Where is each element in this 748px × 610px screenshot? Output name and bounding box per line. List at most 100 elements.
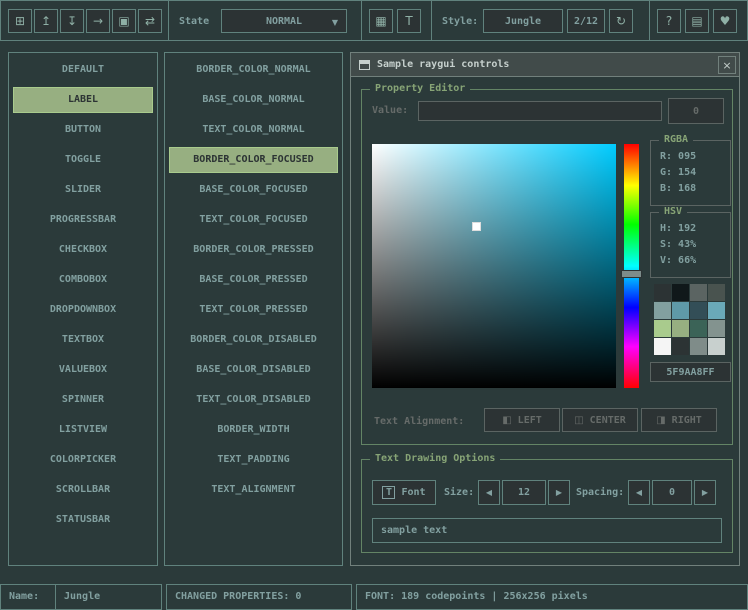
palette-color-swatch[interactable] <box>708 284 725 301</box>
palette-color-swatch[interactable] <box>654 284 671 301</box>
property-list-item[interactable]: BASE_COLOR_PRESSED <box>169 267 338 293</box>
save-style-button[interactable]: ↧ <box>60 9 84 33</box>
control-list-item[interactable]: STATUSBAR <box>13 507 153 533</box>
new-style-button[interactable]: ⊞ <box>8 9 32 33</box>
control-list-item[interactable]: SPINNER <box>13 387 153 413</box>
property-int-value-box[interactable]: 0 <box>668 98 724 124</box>
sv-cursor[interactable] <box>472 222 481 231</box>
property-list-item[interactable]: BASE_COLOR_DISABLED <box>169 357 338 383</box>
control-list-item[interactable]: LABEL <box>13 87 153 113</box>
property-list-item[interactable]: BORDER_COLOR_PRESSED <box>169 237 338 263</box>
style-name-button[interactable]: Jungle <box>483 9 563 33</box>
control-list-item[interactable]: COLORPICKER <box>13 447 153 473</box>
align-right-icon: ◨ <box>656 415 665 426</box>
value-label: Value: <box>372 105 408 116</box>
hsv-value-value: V: 66% <box>660 253 730 269</box>
sv-square[interactable] <box>372 144 616 388</box>
property-list-item[interactable]: BORDER_COLOR_NORMAL <box>169 57 338 83</box>
size-decrease-button[interactable]: ◀ <box>478 480 500 505</box>
color-palette-grid <box>654 284 726 356</box>
text-drawing-options-title: Text Drawing Options <box>370 453 500 464</box>
property-list-item[interactable]: BORDER_COLOR_FOCUSED <box>169 147 338 173</box>
align-left-toggle[interactable]: ◧ LEFT <box>484 408 560 432</box>
control-list-item[interactable]: TEXTBOX <box>13 327 153 353</box>
font-button[interactable]: T Font <box>372 480 436 505</box>
reload-style-button[interactable]: ↻ <box>609 9 633 33</box>
spacing-increase-button[interactable]: ▶ <box>694 480 716 505</box>
palette-color-swatch[interactable] <box>708 302 725 319</box>
control-list-item[interactable]: DROPDOWNBOX <box>13 297 153 323</box>
hue-handle[interactable] <box>621 270 642 278</box>
style-table-image-button[interactable]: ▦ <box>369 9 393 33</box>
property-list-item[interactable]: TEXT_COLOR_FOCUSED <box>169 207 338 233</box>
state-dropdown[interactable]: NORMAL ▼ <box>221 9 347 33</box>
spacing-value-box[interactable]: 0 <box>652 480 692 505</box>
control-list-item[interactable]: SLIDER <box>13 177 153 203</box>
control-list-item[interactable]: COMBOBOX <box>13 267 153 293</box>
style-index-button[interactable]: 2/12 <box>567 9 605 33</box>
window-title: Sample raygui controls <box>377 53 509 76</box>
value-input[interactable] <box>418 101 662 121</box>
sponsor-button[interactable]: ♥ <box>713 9 737 33</box>
property-list-item[interactable]: BASE_COLOR_FOCUSED <box>169 177 338 203</box>
close-button[interactable]: × <box>718 56 736 74</box>
property-list-item[interactable]: TEXT_COLOR_NORMAL <box>169 117 338 143</box>
control-list-item[interactable]: TOGGLE <box>13 147 153 173</box>
control-list-item[interactable]: DEFAULT <box>13 57 153 83</box>
hsv-hue-value: H: 192 <box>660 221 730 237</box>
rgba-blue-value: B: 168 <box>660 181 730 197</box>
sample-text-input[interactable]: sample text <box>372 518 722 543</box>
align-center-toggle[interactable]: ◫ CENTER <box>562 408 638 432</box>
control-list-item[interactable]: LISTVIEW <box>13 417 153 443</box>
control-list-item[interactable]: VALUEBOX <box>13 357 153 383</box>
palette-color-swatch[interactable] <box>708 320 725 337</box>
arrow-left-icon: ◀ <box>636 488 642 497</box>
window-titlebar[interactable]: Sample raygui controls × <box>351 53 739 77</box>
reload-icon: ↻ <box>616 15 626 27</box>
palette-color-swatch[interactable] <box>672 302 689 319</box>
control-list-item[interactable]: BUTTON <box>13 117 153 143</box>
random-style-button[interactable]: ⇄ <box>138 9 162 33</box>
palette-color-swatch[interactable] <box>672 320 689 337</box>
palette-color-swatch[interactable] <box>690 284 707 301</box>
spacing-decrease-button[interactable]: ◀ <box>628 480 650 505</box>
hsv-saturation-value: S: 43% <box>660 237 730 253</box>
pack-style-button[interactable]: ▣ <box>112 9 136 33</box>
palette-color-swatch[interactable] <box>654 338 671 355</box>
property-list-item[interactable]: TEXT_PADDING <box>169 447 338 473</box>
text-alignment-label: Text Alignment: <box>374 416 464 427</box>
control-list-item[interactable]: SCROLLBAR <box>13 477 153 503</box>
help-button[interactable]: ? <box>657 9 681 33</box>
font-atlas-button[interactable]: T <box>397 9 421 33</box>
palette-color-swatch[interactable] <box>654 302 671 319</box>
size-increase-button[interactable]: ▶ <box>548 480 570 505</box>
property-list-item[interactable]: TEXT_ALIGNMENT <box>169 477 338 503</box>
document-info-icon: ▤ <box>691 15 702 27</box>
load-style-button[interactable]: ↥ <box>34 9 58 33</box>
palette-color-swatch[interactable] <box>708 338 725 355</box>
palette-color-swatch[interactable] <box>690 338 707 355</box>
palette-color-swatch[interactable] <box>672 338 689 355</box>
control-list-item[interactable]: PROGRESSBAR <box>13 207 153 233</box>
property-list-item[interactable]: TEXT_COLOR_PRESSED <box>169 297 338 323</box>
load-file-icon: ↥ <box>41 15 51 27</box>
export-style-button[interactable]: → <box>86 9 110 33</box>
palette-color-swatch[interactable] <box>690 302 707 319</box>
control-list-item[interactable]: CHECKBOX <box>13 237 153 263</box>
about-button[interactable]: ▤ <box>685 9 709 33</box>
toolbar-separator <box>649 1 650 40</box>
palette-color-swatch[interactable] <box>672 284 689 301</box>
font-button-label: Font <box>401 487 425 498</box>
property-list-item[interactable]: TEXT_COLOR_DISABLED <box>169 387 338 413</box>
hue-bar[interactable] <box>624 144 639 388</box>
property-list-item[interactable]: BORDER_WIDTH <box>169 417 338 443</box>
rgba-red-value: R: 095 <box>660 149 730 165</box>
property-list-item[interactable]: BORDER_COLOR_DISABLED <box>169 327 338 353</box>
save-file-icon: ↧ <box>67 15 77 27</box>
hex-color-value-box[interactable]: 5F9AA8FF <box>650 362 731 382</box>
property-list-item[interactable]: BASE_COLOR_NORMAL <box>169 87 338 113</box>
palette-color-swatch[interactable] <box>654 320 671 337</box>
align-right-toggle[interactable]: ◨ RIGHT <box>641 408 717 432</box>
palette-color-swatch[interactable] <box>690 320 707 337</box>
size-value-box[interactable]: 12 <box>502 480 546 505</box>
